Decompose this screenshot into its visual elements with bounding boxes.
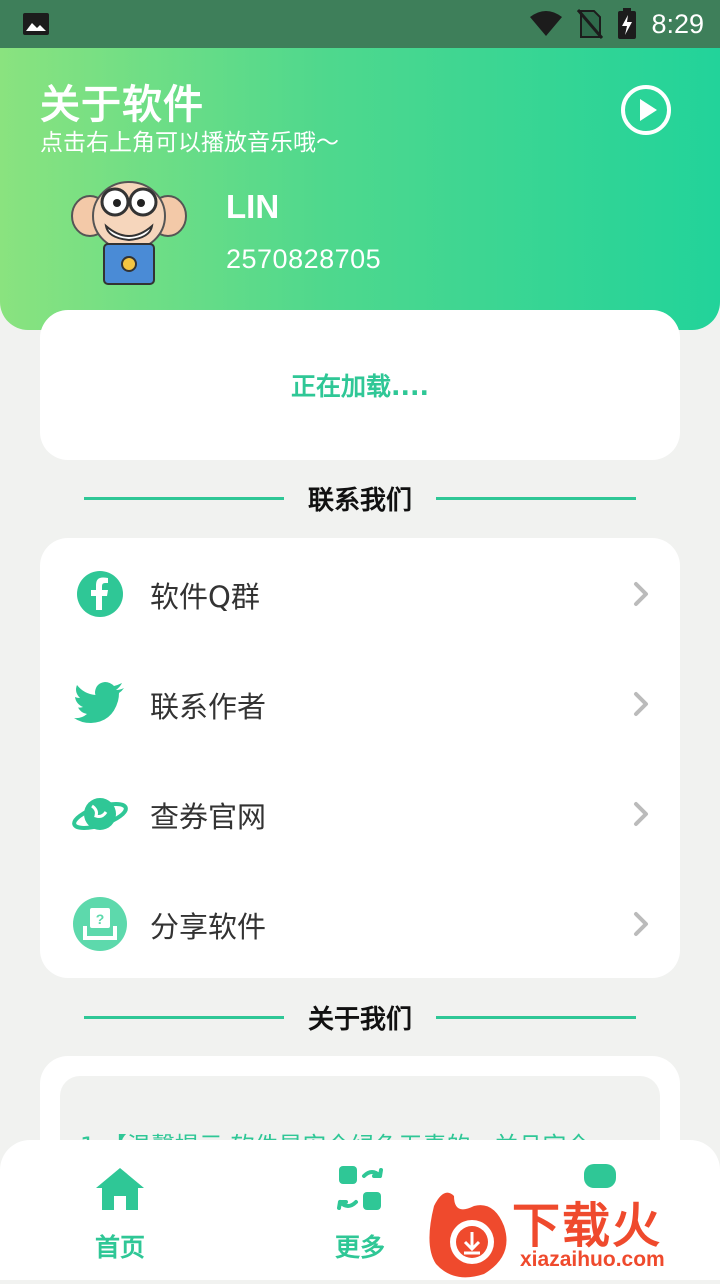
watermark-brand: 下载火 xyxy=(512,1198,663,1254)
apps-icon xyxy=(337,1166,383,1210)
no-sim-icon xyxy=(577,9,604,39)
divider-line xyxy=(436,1016,636,1019)
contact-item-qq-group[interactable]: 软件Q群 xyxy=(40,538,680,648)
page-subtitle: 点击右上角可以播放音乐哦～ xyxy=(40,130,339,156)
svg-text:?: ? xyxy=(96,911,105,927)
planet-icon xyxy=(72,798,128,830)
user-name: LIN xyxy=(226,188,280,225)
contact-section-title: 联系我们 xyxy=(0,478,720,518)
user-id: 2570828705 xyxy=(226,244,382,274)
wifi-icon xyxy=(530,11,563,36)
watermark-logo: 下载火 xiazaihuo.com xyxy=(424,1186,720,1280)
contact-item-label: 联系作者 xyxy=(150,690,267,724)
nav-label: 首页 xyxy=(94,1233,145,1262)
twitter-bird-icon xyxy=(74,682,124,723)
profile-header: 关于软件 点击右上角可以播放音乐哦～ LIN 2570828705 xyxy=(0,48,720,330)
loading-text: 正在加载.... xyxy=(291,372,429,401)
contact-item-label: 查券官网 xyxy=(150,800,267,834)
contact-item-author[interactable]: 联系作者 xyxy=(40,648,680,758)
contact-item-label: 软件Q群 xyxy=(150,580,260,614)
page-title: 关于软件 xyxy=(40,82,204,128)
status-time: 8:29 xyxy=(651,8,704,39)
watermark-domain: xiazaihuo.com xyxy=(520,1248,665,1271)
chevron-right-icon xyxy=(634,692,648,716)
share-box-icon: ? xyxy=(73,897,127,951)
status-bar: 8:29 xyxy=(0,0,720,48)
battery-charging-icon xyxy=(618,8,637,39)
about-section-title: 关于我们 xyxy=(0,997,720,1037)
chevron-right-icon xyxy=(634,802,648,826)
flame-logo-icon xyxy=(429,1192,507,1278)
home-icon xyxy=(96,1168,144,1210)
contact-item-website[interactable]: 查券官网 xyxy=(40,758,680,868)
contact-list: 软件Q群 联系作者 查券官网 ? 分享软件 xyxy=(40,538,680,978)
facebook-icon xyxy=(77,571,123,617)
play-music-button[interactable] xyxy=(620,84,672,136)
contact-item-label: 分享软件 xyxy=(150,910,267,944)
gallery-notification-icon xyxy=(23,13,49,35)
contact-item-share[interactable]: ? 分享软件 xyxy=(40,868,680,978)
loading-card: 正在加载.... xyxy=(40,310,680,460)
chevron-right-icon xyxy=(634,582,648,606)
avatar xyxy=(71,181,187,285)
divider-line xyxy=(436,497,636,500)
nav-home[interactable]: 首页 xyxy=(0,1140,240,1280)
chevron-right-icon xyxy=(634,912,648,936)
